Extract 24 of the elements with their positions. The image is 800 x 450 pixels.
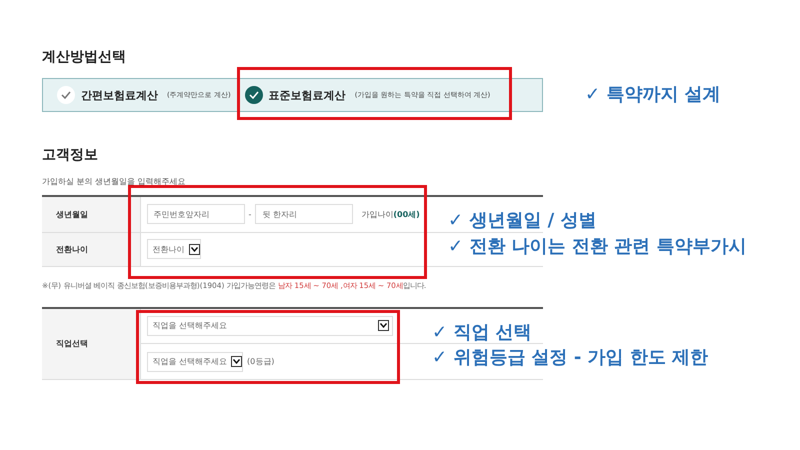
field-label: 전환나이 xyxy=(56,244,88,254)
job-select[interactable]: 직업을 선택해주세요 xyxy=(146,316,392,336)
annotation-text: ✓ 특약까지 설계 xyxy=(585,83,721,106)
annotation-text: ✓ 생년월일 / 성별 xyxy=(448,209,596,232)
input-field[interactable]: 주민번호앞자리 xyxy=(146,204,244,224)
caret-icon xyxy=(378,320,388,332)
caret-icon xyxy=(188,244,200,254)
annotation-text: ✓ 전환 나이는 전환 관련 특약부가시 xyxy=(448,235,746,258)
check-icon xyxy=(57,86,75,104)
grade-text: (0등급) xyxy=(247,356,274,367)
annotation-text: ✓ 위험등급 설정 - 가입 한도 제한 xyxy=(432,346,708,369)
section-title: 고객정보 xyxy=(42,146,99,164)
dash-text: - xyxy=(248,210,252,219)
field-label: 직업선택 xyxy=(56,339,88,348)
check-icon xyxy=(244,86,263,104)
job-select[interactable]: 직업을 선택해주세요 xyxy=(146,352,244,372)
field-label: 생년월일 xyxy=(56,210,88,219)
caret-icon xyxy=(231,356,242,367)
input-field[interactable]: 뒷 한자리 xyxy=(255,204,354,224)
section-title: 계산방법선택 xyxy=(42,48,127,66)
annotation-text: ✓ 직업 선택 xyxy=(432,321,532,344)
age-text: 가입나이(00세) xyxy=(361,208,420,220)
hint-text: 가입하실 분의 생년월일을 입력해주세요 xyxy=(42,176,187,187)
age-select[interactable]: 전환나이 xyxy=(146,239,200,259)
